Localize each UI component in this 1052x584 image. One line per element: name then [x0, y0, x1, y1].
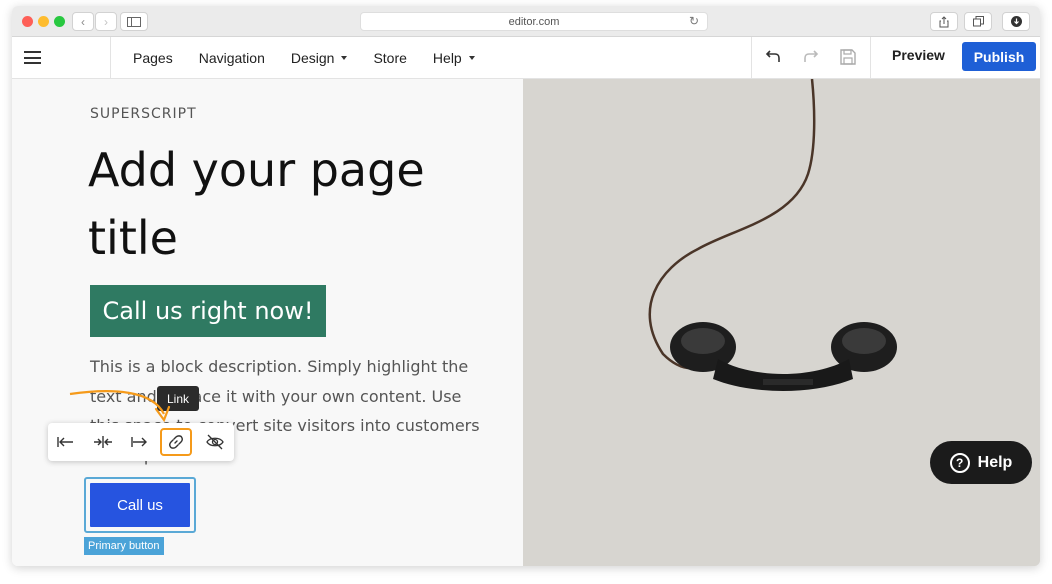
share-icon[interactable] [930, 12, 958, 31]
align-left-icon[interactable] [54, 431, 78, 453]
page-canvas: SUPERSCRIPT Add your page title Call us … [12, 79, 1040, 566]
chevron-down-icon [468, 55, 475, 60]
browser-chrome: ‹ › editor.com ↻ [12, 6, 1040, 37]
nav-store-label: Store [373, 49, 407, 66]
telephone-receiver-image [523, 79, 1040, 566]
cta-button[interactable]: Call us right now! [90, 285, 326, 337]
nav-help[interactable]: Help [433, 50, 475, 66]
align-right-icon[interactable] [128, 431, 152, 453]
page-title[interactable]: Add your page title [88, 136, 448, 272]
url-bar[interactable]: editor.com ↻ [360, 12, 708, 31]
hero-image [523, 79, 1040, 566]
save-icon[interactable] [838, 47, 858, 67]
url-text: editor.com [508, 15, 560, 28]
nav-navigation[interactable]: Navigation [199, 50, 265, 66]
zoom-window-dot[interactable] [54, 16, 65, 27]
close-window-dot[interactable] [22, 16, 33, 27]
history-controls [751, 37, 871, 78]
nav-store[interactable]: Store [373, 50, 406, 66]
download-icon[interactable] [1002, 12, 1030, 31]
sidebar-toggle-icon[interactable] [120, 12, 148, 31]
question-mark-icon: ? [949, 452, 970, 473]
menu-icon[interactable] [12, 37, 111, 78]
reload-icon[interactable]: ↻ [689, 14, 699, 28]
editor-toolbar: Pages Navigation Design Store Help Previ… [12, 37, 1040, 79]
superscript-text[interactable]: SUPERSCRIPT [90, 106, 197, 122]
format-toolbar [48, 423, 234, 461]
nav-pages-label: Pages [133, 49, 173, 66]
tabs-icon[interactable] [964, 12, 992, 31]
text-column: SUPERSCRIPT Add your page title Call us … [12, 79, 523, 566]
help-button[interactable]: ? Help [930, 441, 1032, 484]
chevron-down-icon [341, 55, 348, 60]
forward-icon[interactable]: › [95, 12, 117, 31]
nav-navigation-label: Navigation [198, 49, 265, 66]
undo-icon[interactable] [764, 47, 784, 67]
nav-help-label: Help [432, 49, 462, 66]
browser-window: ‹ › editor.com ↻ Pages Navigation Design… [12, 6, 1040, 566]
link-icon[interactable] [160, 428, 192, 456]
nav-pages[interactable]: Pages [133, 50, 173, 66]
primary-button[interactable]: Call us [90, 483, 190, 527]
link-tooltip: Link [157, 386, 199, 411]
hide-icon[interactable] [203, 431, 227, 453]
align-center-icon[interactable] [91, 431, 115, 453]
minimize-window-dot[interactable] [38, 16, 49, 27]
preview-button[interactable]: Preview [892, 47, 945, 63]
publish-button[interactable]: Publish [962, 42, 1036, 71]
redo-icon[interactable] [800, 47, 820, 67]
nav-design-label: Design [290, 49, 335, 66]
selection-tag: Primary button [84, 537, 164, 555]
editor-nav: Pages Navigation Design Store Help [133, 37, 501, 78]
nav-design[interactable]: Design [291, 50, 348, 66]
back-icon[interactable]: ‹ [72, 12, 94, 31]
help-button-label: Help [977, 453, 1013, 471]
